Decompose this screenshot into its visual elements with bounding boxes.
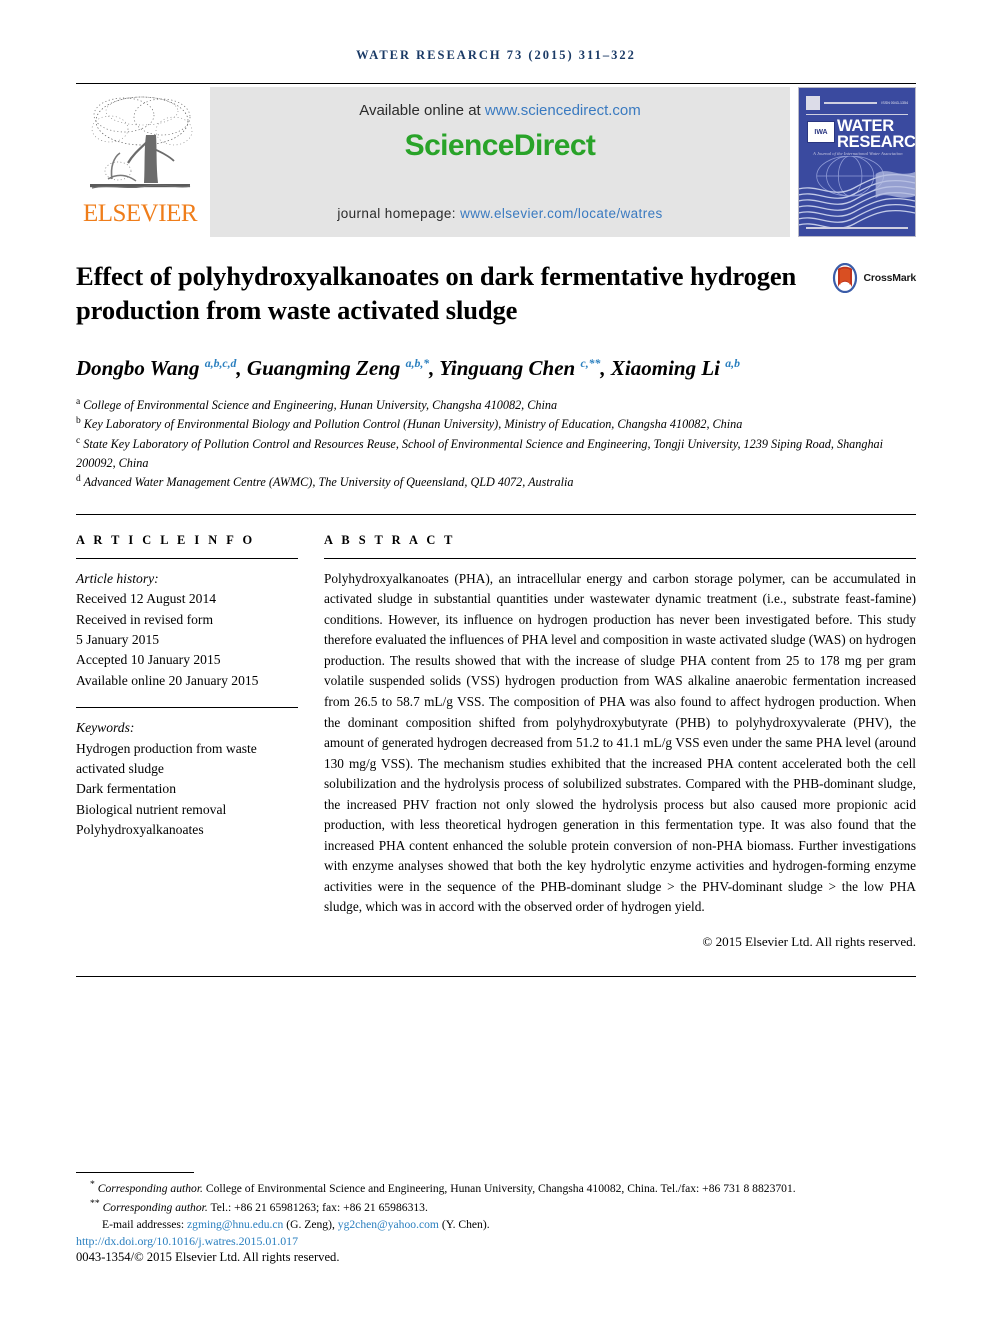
history-item: Received in revised form <box>76 611 214 627</box>
history-item: Accepted 10 January 2015 <box>76 652 221 668</box>
corr-marker-2: ** <box>90 1197 100 1209</box>
section-divider <box>76 513 916 515</box>
page-title: Effect of polyhydroxyalkanoates on dark … <box>76 261 797 326</box>
running-head: WATER RESEARCH 73 (2015) 311–322 <box>356 48 636 62</box>
keywords-label: Keywords: <box>76 720 135 736</box>
author-list: Dongbo Wang a,b,c,d, Guangming Zeng a,b,… <box>76 355 740 380</box>
cover-wave-graphic <box>799 156 915 229</box>
footnote-block: * Corresponding author. College of Envir… <box>76 1171 916 1265</box>
abstract-column: A B S T R A C T Polyhydroxyalkanoates (P… <box>324 533 916 950</box>
abstract-copyright: © 2015 Elsevier Ltd. All rights reserved… <box>702 933 916 949</box>
article-info-heading: A R T I C L E I N F O <box>76 532 256 547</box>
article-info-column: A R T I C L E I N F O Article history: R… <box>76 533 324 950</box>
article-history-label: Article history: <box>76 570 159 586</box>
affiliation-marker: c <box>76 436 81 447</box>
iwa-badge-label: IWA <box>814 128 828 136</box>
corr-text-1: College of Environmental Science and Eng… <box>202 1181 796 1195</box>
journal-cover-thumbnail: ISSN 0043-1354 IWA WATER RESEARCH A Jour… <box>798 87 916 237</box>
email-attrib-1: (G. Zeng), <box>286 1217 335 1231</box>
keyword-item: Polyhydroxyalkanoates <box>76 822 204 838</box>
corresponding-author-2: ** Corresponding author. Tel.: +86 21 65… <box>76 1197 916 1216</box>
sciencedirect-banner: Available online at www.sciencedirect.co… <box>210 87 790 237</box>
iwa-badge-icon: IWA <box>807 121 835 143</box>
affiliation-text: State Key Laboratory of Pollution Contro… <box>76 437 884 470</box>
elsevier-logo: ELSEVIER <box>76 87 204 237</box>
issn-copyright-line: 0043-1354/© 2015 Elsevier Ltd. All right… <box>76 1250 340 1264</box>
cover-title-line1: WATER <box>837 117 894 135</box>
corr-text-2: Tel.: +86 21 65981263; fax: +86 21 65986… <box>207 1200 428 1214</box>
sciencedirect-link[interactable]: www.sciencedirect.com <box>485 102 641 119</box>
elsevier-tree-icon <box>84 91 196 199</box>
journal-homepage-link[interactable]: www.elsevier.com/locate/watres <box>460 206 663 221</box>
paper-page: WATER RESEARCH 73 (2015) 311–322 ELSEVIE… <box>0 0 992 1323</box>
email-label: E-mail addresses: <box>102 1217 185 1231</box>
email-line: E-mail addresses: zgming@hnu.edu.cn (G. … <box>76 1216 916 1233</box>
corr-label-1: Corresponding author. <box>97 1181 203 1195</box>
affiliation-text: College of Environmental Science and Eng… <box>83 397 558 412</box>
corr-label-2: Corresponding author. <box>102 1200 208 1214</box>
email-attrib-2: (Y. Chen). <box>441 1217 490 1231</box>
cover-title-line2: RESEARCH <box>837 133 916 152</box>
crossmark-icon[interactable] <box>830 263 860 293</box>
affiliation-item: d Advanced Water Management Centre (AWMC… <box>76 472 916 492</box>
sciencedirect-wordmark: ScienceDirect <box>404 129 596 162</box>
cover-rule <box>824 101 878 104</box>
corresponding-author-1: * Corresponding author. College of Envir… <box>76 1178 916 1197</box>
footnote-rule <box>76 1171 194 1173</box>
affiliation-marker: b <box>76 416 81 427</box>
history-item: Received 12 August 2014 <box>76 591 217 607</box>
keyword-item: Dark fermentation <box>76 781 177 797</box>
email-link-1[interactable]: zgming@hnu.edu.cn <box>187 1218 283 1231</box>
journal-homepage-prefix: journal homepage: <box>337 206 461 221</box>
elsevier-wordmark: ELSEVIER <box>82 200 198 227</box>
history-item: 5 January 2015 <box>76 632 160 647</box>
keyword-item: Hydrogen production from waste activated… <box>76 740 257 776</box>
keyword-item: Biological nutrient removal <box>76 801 227 817</box>
article-history-block: Article history: Received 12 August 2014… <box>76 569 298 691</box>
cover-top-bar: ISSN 0043-1354 <box>806 95 908 110</box>
cover-issn-tag: ISSN 0043-1354 <box>881 100 908 105</box>
cover-bottom-bar <box>806 227 908 229</box>
body-columns: A R T I C L E I N F O Article history: R… <box>76 533 916 950</box>
article-info-rule <box>76 557 298 559</box>
keywords-block: Keywords: Hydrogen production from waste… <box>76 718 298 840</box>
journal-masthead: ELSEVIER Available online at www.science… <box>76 87 916 237</box>
cover-title: WATER RESEARCH <box>837 117 916 152</box>
doi-link[interactable]: http://dx.doi.org/10.1016/j.watres.2015.… <box>76 1234 916 1249</box>
cover-chip-icon <box>806 95 820 110</box>
abstract-rule <box>324 557 916 559</box>
elsevier-tree-svg <box>90 96 193 189</box>
email-link-2[interactable]: yg2chen@yahoo.com <box>338 1218 439 1231</box>
affiliation-item: b Key Laboratory of Environmental Biolog… <box>76 414 916 434</box>
abstract-heading: A B S T R A C T <box>324 532 456 547</box>
crossmark-label: CrossMark <box>863 272 917 284</box>
journal-homepage-line: journal homepage: www.elsevier.com/locat… <box>210 206 790 221</box>
available-online-prefix: Available online at <box>359 102 485 119</box>
abstract-text: Polyhydroxyalkanoates (PHA), an intracel… <box>324 570 916 915</box>
title-row: Effect of polyhydroxyalkanoates on dark … <box>76 259 916 328</box>
affiliation-text: Advanced Water Management Centre (AWMC),… <box>83 475 574 490</box>
history-item: Available online 20 January 2015 <box>76 672 259 688</box>
keywords-rule <box>76 707 298 709</box>
crossmark-badge[interactable]: CrossMark <box>830 259 916 293</box>
cover-hrule <box>806 114 908 116</box>
affiliation-marker: a <box>76 396 81 407</box>
affiliation-marker: d <box>76 474 81 485</box>
affiliation-item: a College of Environmental Science and E… <box>76 395 916 415</box>
affiliation-list: a College of Environmental Science and E… <box>76 395 916 492</box>
affiliation-item: c State Key Laboratory of Pollution Cont… <box>76 434 916 472</box>
corr-marker-1: * <box>90 1178 95 1190</box>
header-divider <box>76 83 916 84</box>
affiliation-text: Key Laboratory of Environmental Biology … <box>83 417 743 432</box>
available-online-line: Available online at www.sciencedirect.co… <box>210 87 790 119</box>
body-bottom-divider <box>76 975 916 977</box>
